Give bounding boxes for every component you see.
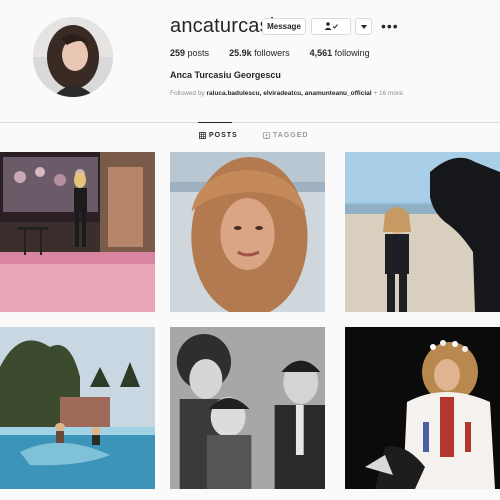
followed-by-text[interactable]: Followed by raluca.badulescu, elviradeat… <box>170 90 403 97</box>
tabs-divider <box>0 122 500 123</box>
following-button[interactable] <box>311 18 351 35</box>
tag-icon <box>263 132 270 139</box>
profile-full-name: Anca Turcasiu Georgescu <box>170 70 281 80</box>
profile-stats: 259 posts 25.9k followers 4,561 followin… <box>170 48 370 58</box>
profile-avatar[interactable] <box>33 17 113 97</box>
message-button[interactable]: Message <box>262 18 306 35</box>
post-tile[interactable] <box>0 327 155 489</box>
grid-icon <box>199 132 206 139</box>
tab-posts-label: POSTS <box>209 132 238 139</box>
tab-posts[interactable]: POSTS <box>199 132 238 139</box>
followers-stat[interactable]: 25.9k followers <box>229 48 290 58</box>
tab-tagged[interactable]: TAGGED <box>263 132 308 139</box>
post-tile[interactable] <box>345 327 500 489</box>
post-tile[interactable] <box>0 152 155 312</box>
post-tile[interactable] <box>170 152 325 312</box>
post-tile[interactable] <box>170 327 325 489</box>
post-tile[interactable] <box>345 152 500 312</box>
suggestions-button[interactable] <box>355 18 372 35</box>
chevron-down-icon <box>360 22 367 31</box>
three-dots-icon[interactable]: ••• <box>381 19 399 33</box>
posts-stat[interactable]: 259 posts <box>170 48 209 58</box>
following-stat[interactable]: 4,561 following <box>310 48 370 58</box>
active-tab-indicator <box>198 122 232 123</box>
person-check-icon <box>323 21 339 32</box>
tab-tagged-label: TAGGED <box>273 132 309 139</box>
